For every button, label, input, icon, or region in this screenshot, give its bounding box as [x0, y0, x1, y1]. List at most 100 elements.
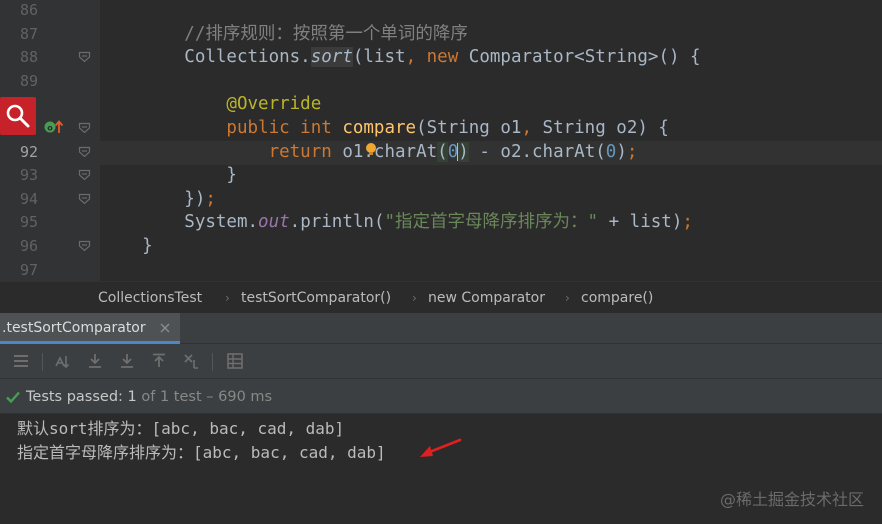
code-token: public int: [100, 118, 343, 138]
gutter-line: 97: [0, 258, 100, 281]
code-token: ,: [405, 47, 427, 68]
code-token: o1.charAt: [342, 141, 438, 162]
code-area[interactable]: //排序规则：按照第一个单词的降序 Collections.sort(list,…: [100, 0, 882, 281]
svg-text:o: o: [47, 124, 53, 133]
code-line[interactable]: @Override: [100, 92, 321, 116]
line-number: 93: [19, 166, 38, 185]
code-token: .println(: [289, 212, 385, 233]
red-arrow-annotation: [418, 437, 462, 461]
code-token: }: [100, 165, 237, 186]
run-tab-bar: .testSortComparator: [0, 313, 882, 344]
soft-wraps-icon[interactable]: [12, 352, 30, 370]
code-token: Collections.: [100, 47, 311, 68]
gutter-line: 94: [0, 187, 100, 211]
check-icon: [5, 389, 21, 405]
sort-alpha-icon[interactable]: [54, 352, 72, 370]
toolbar-separator: [42, 353, 43, 371]
status-suffix: of 1 test – 690 ms: [136, 389, 273, 405]
fold-marker-icon[interactable]: [78, 146, 91, 158]
console-line: 默认sort排序为：[abc, bac, cad, dab]: [17, 419, 345, 438]
code-token: String o2) {: [542, 118, 669, 138]
gutter-line: 86: [0, 0, 100, 22]
code-token: out: [258, 212, 290, 233]
code-token: ;: [205, 188, 216, 209]
code-token: }: [100, 236, 153, 256]
fold-marker-icon[interactable]: [78, 51, 91, 63]
line-number: 92: [19, 142, 38, 161]
search-icon: [6, 104, 30, 128]
code-token: (: [437, 141, 448, 162]
line-number: 94: [19, 189, 38, 208]
code-token: ,: [521, 118, 543, 138]
code-token: - o2.charAt(: [468, 141, 606, 162]
line-number: 88: [19, 48, 38, 67]
toolbar-separator: [212, 353, 213, 371]
tab-test-sort-comparator[interactable]: .testSortComparator: [0, 313, 180, 344]
status-prefix: Tests passed:: [26, 389, 128, 405]
gutter-line: 96: [0, 234, 100, 258]
code-token: return: [100, 141, 343, 162]
gutter-line: 95: [0, 210, 100, 234]
code-token: (list: [352, 47, 406, 68]
code-token: ): [458, 141, 469, 162]
line-number: 89: [19, 71, 38, 90]
code-line[interactable]: }: [100, 163, 237, 187]
breadcrumb-item-method[interactable]: testSortComparator(): [241, 282, 391, 314]
code-token: System.: [100, 212, 259, 233]
code-token: ;: [682, 212, 693, 233]
code-token: //排序规则：按照第一个单词的降序: [100, 23, 468, 44]
breadcrumb-item-compare[interactable]: compare(): [581, 282, 653, 314]
run-toolbar: [0, 344, 882, 378]
line-number: 97: [19, 260, 38, 279]
breadcrumb-item-anonymous-class[interactable]: new Comparator: [428, 282, 545, 314]
code-token: Comparator<String>() {: [468, 47, 701, 68]
code-token: @Override: [100, 94, 322, 115]
gutter-line: 93: [0, 163, 100, 187]
code-token: "指定首字母降序排序为：": [384, 212, 599, 233]
fold-marker-icon[interactable]: [78, 169, 91, 181]
line-number: 87: [19, 24, 38, 43]
lightbulb-icon[interactable]: [364, 141, 378, 155]
test-status-text: Tests passed: 1 of 1 test – 690 ms: [26, 379, 272, 415]
override-method-icon[interactable]: o: [44, 118, 64, 136]
fold-marker-icon[interactable]: [78, 240, 91, 252]
console-output[interactable]: 默认sort排序为：[abc, bac, cad, dab] 指定首字母降序排序…: [0, 414, 882, 524]
editor-gutter: 86 87 88 89 92 93 94 95 96 97: [0, 0, 100, 281]
breadcrumb-separator: ›: [565, 291, 570, 305]
test-status-bar: Tests passed: 1 of 1 test – 690 ms: [0, 378, 882, 414]
code-line[interactable]: System.out.println("指定首字母降序排序为：" + list)…: [100, 210, 693, 234]
breadcrumb-separator: ›: [412, 291, 417, 305]
code-line[interactable]: Collections.sort(list, new Comparator<St…: [100, 45, 701, 69]
line-number: 86: [19, 1, 38, 19]
gutter-line: 88: [0, 45, 100, 69]
run-tool-window: .testSortComparator Tests passed: 1 of 1…: [0, 313, 882, 524]
breadcrumb-item-class[interactable]: CollectionsTest: [98, 282, 202, 314]
status-count: 1: [127, 389, 137, 405]
code-token: compare: [342, 118, 417, 138]
gutter-line: 89: [0, 69, 100, 93]
up-icon[interactable]: [150, 352, 168, 370]
gutter-line: 87: [0, 22, 100, 46]
code-line[interactable]: public int compare(String o1, String o2)…: [100, 116, 669, 140]
export-tests-icon[interactable]: [118, 352, 136, 370]
breadcrumb: CollectionsTest › testSortComparator() ›…: [0, 281, 882, 313]
code-line[interactable]: //排序规则：按照第一个单词的降序: [100, 22, 468, 46]
collapse-icon[interactable]: [182, 352, 200, 370]
watermark: @稀土掘金技术社区: [719, 490, 864, 509]
code-line[interactable]: });: [100, 187, 216, 211]
import-tests-icon[interactable]: [86, 352, 104, 370]
code-editor[interactable]: 86 87 88 89 92 93 94 95 96 97 //排序规则：按照第一个单词的降序 C…: [0, 0, 882, 281]
code-token: }): [100, 188, 206, 209]
run-tab-label: .testSortComparator: [2, 320, 146, 336]
line-number: 96: [19, 237, 38, 255]
close-icon[interactable]: [158, 320, 172, 334]
grid-icon[interactable]: [226, 352, 244, 370]
code-line[interactable]: }: [100, 234, 153, 258]
console-line: 指定首字母降序排序为：[abc, bac, cad, dab]: [17, 443, 386, 462]
code-token: ;: [626, 141, 638, 162]
fold-marker-icon[interactable]: [78, 193, 91, 205]
breadcrumb-separator: ›: [225, 291, 230, 305]
fold-marker-icon[interactable]: [78, 122, 91, 134]
search-button[interactable]: [0, 97, 36, 135]
code-token: (String o1: [416, 118, 522, 138]
